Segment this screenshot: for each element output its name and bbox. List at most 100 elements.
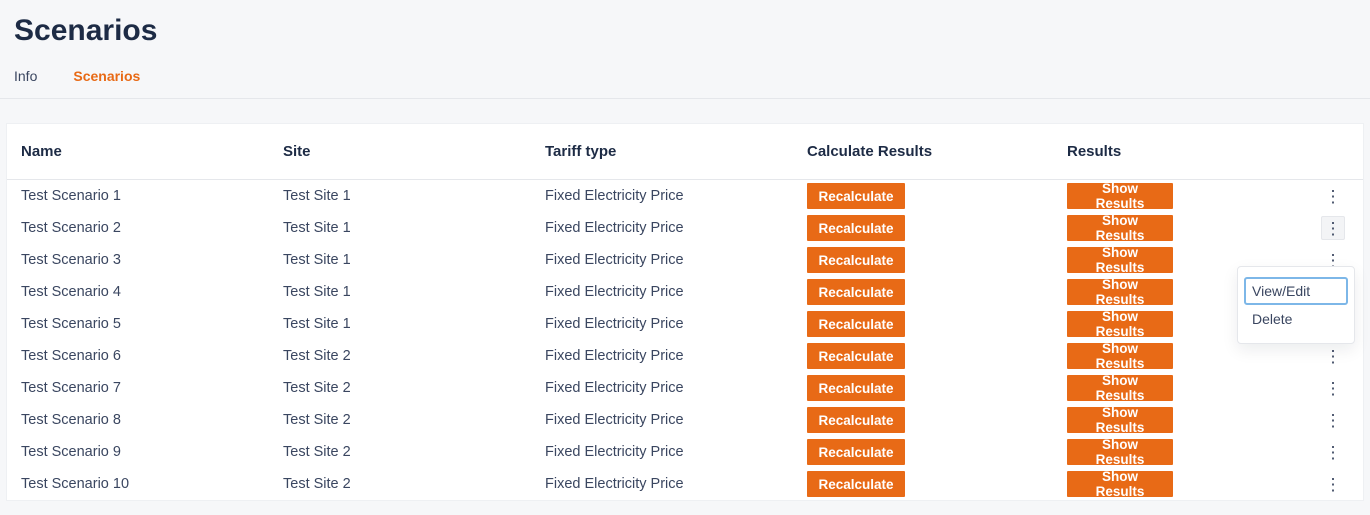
cell-calculate: Recalculate bbox=[807, 183, 1067, 209]
cell-name: Test Scenario 6 bbox=[21, 348, 283, 364]
recalculate-button[interactable]: Recalculate bbox=[807, 279, 905, 305]
vertical-dots-icon: ⋮ bbox=[1325, 348, 1342, 365]
recalculate-button[interactable]: Recalculate bbox=[807, 439, 905, 465]
cell-calculate: Recalculate bbox=[807, 407, 1067, 433]
context-menu-item-delete[interactable]: Delete bbox=[1244, 305, 1348, 333]
cell-actions: ⋮ bbox=[1307, 376, 1349, 400]
row-actions-menu-button[interactable]: ⋮ bbox=[1321, 408, 1345, 432]
show-results-button[interactable]: Show Results bbox=[1067, 247, 1173, 273]
cell-calculate: Recalculate bbox=[807, 343, 1067, 369]
recalculate-button[interactable]: Recalculate bbox=[807, 183, 905, 209]
table-row: Test Scenario 5Test Site 1Fixed Electric… bbox=[7, 308, 1363, 340]
row-actions-menu-button[interactable]: ⋮ bbox=[1321, 216, 1345, 240]
cell-site: Test Site 1 bbox=[283, 188, 545, 204]
cell-results: Show Results bbox=[1067, 375, 1307, 401]
show-results-button[interactable]: Show Results bbox=[1067, 279, 1173, 305]
row-actions-menu-button[interactable]: ⋮ bbox=[1321, 344, 1345, 368]
recalculate-button[interactable]: Recalculate bbox=[807, 247, 905, 273]
cell-calculate: Recalculate bbox=[807, 439, 1067, 465]
cell-name: Test Scenario 10 bbox=[21, 476, 283, 492]
show-results-button[interactable]: Show Results bbox=[1067, 183, 1173, 209]
tab-bar: Info Scenarios bbox=[0, 68, 1370, 99]
recalculate-button[interactable]: Recalculate bbox=[807, 311, 905, 337]
table-row: Test Scenario 3Test Site 1Fixed Electric… bbox=[7, 244, 1363, 276]
show-results-button[interactable]: Show Results bbox=[1067, 343, 1173, 369]
column-header-results: Results bbox=[1067, 143, 1307, 160]
tab-scenarios[interactable]: Scenarios bbox=[73, 68, 140, 90]
cell-actions: ⋮ bbox=[1307, 408, 1349, 432]
cell-tariff: Fixed Electricity Price bbox=[545, 444, 807, 460]
vertical-dots-icon: ⋮ bbox=[1325, 188, 1342, 205]
cell-actions: ⋮ bbox=[1307, 440, 1349, 464]
scenarios-table: Name Site Tariff type Calculate Results … bbox=[6, 123, 1364, 501]
vertical-dots-icon: ⋮ bbox=[1325, 476, 1342, 493]
table-row: Test Scenario 1Test Site 1Fixed Electric… bbox=[7, 180, 1363, 212]
cell-results: Show Results bbox=[1067, 471, 1307, 497]
cell-actions: ⋮ bbox=[1307, 216, 1349, 240]
cell-tariff: Fixed Electricity Price bbox=[545, 380, 807, 396]
show-results-button[interactable]: Show Results bbox=[1067, 311, 1173, 337]
column-header-tariff: Tariff type bbox=[545, 143, 807, 160]
cell-site: Test Site 2 bbox=[283, 444, 545, 460]
cell-site: Test Site 2 bbox=[283, 380, 545, 396]
cell-site: Test Site 1 bbox=[283, 252, 545, 268]
tab-info[interactable]: Info bbox=[14, 68, 37, 90]
table-header-row: Name Site Tariff type Calculate Results … bbox=[7, 124, 1363, 180]
row-actions-menu-button[interactable]: ⋮ bbox=[1321, 440, 1345, 464]
table-row: Test Scenario 9Test Site 2Fixed Electric… bbox=[7, 436, 1363, 468]
vertical-dots-icon: ⋮ bbox=[1325, 412, 1342, 429]
column-header-calculate: Calculate Results bbox=[807, 143, 1067, 160]
context-menu-item-view-edit[interactable]: View/Edit bbox=[1244, 277, 1348, 305]
cell-calculate: Recalculate bbox=[807, 375, 1067, 401]
vertical-dots-icon: ⋮ bbox=[1325, 380, 1342, 397]
show-results-button[interactable]: Show Results bbox=[1067, 215, 1173, 241]
cell-tariff: Fixed Electricity Price bbox=[545, 220, 807, 236]
cell-name: Test Scenario 7 bbox=[21, 380, 283, 396]
cell-tariff: Fixed Electricity Price bbox=[545, 348, 807, 364]
column-header-site: Site bbox=[283, 143, 545, 160]
cell-results: Show Results bbox=[1067, 183, 1307, 209]
cell-actions: ⋮ bbox=[1307, 472, 1349, 496]
cell-calculate: Recalculate bbox=[807, 215, 1067, 241]
cell-name: Test Scenario 8 bbox=[21, 412, 283, 428]
cell-calculate: Recalculate bbox=[807, 471, 1067, 497]
cell-name: Test Scenario 2 bbox=[21, 220, 283, 236]
cell-results: Show Results bbox=[1067, 439, 1307, 465]
cell-name: Test Scenario 9 bbox=[21, 444, 283, 460]
show-results-button[interactable]: Show Results bbox=[1067, 375, 1173, 401]
cell-results: Show Results bbox=[1067, 407, 1307, 433]
cell-name: Test Scenario 4 bbox=[21, 284, 283, 300]
cell-site: Test Site 2 bbox=[283, 412, 545, 428]
cell-tariff: Fixed Electricity Price bbox=[545, 476, 807, 492]
cell-calculate: Recalculate bbox=[807, 247, 1067, 273]
show-results-button[interactable]: Show Results bbox=[1067, 471, 1173, 497]
cell-tariff: Fixed Electricity Price bbox=[545, 412, 807, 428]
cell-results: Show Results bbox=[1067, 215, 1307, 241]
cell-tariff: Fixed Electricity Price bbox=[545, 284, 807, 300]
row-actions-menu-button[interactable]: ⋮ bbox=[1321, 472, 1345, 496]
cell-actions: ⋮ bbox=[1307, 344, 1349, 368]
cell-results: Show Results bbox=[1067, 343, 1307, 369]
row-actions-menu-button[interactable]: ⋮ bbox=[1321, 184, 1345, 208]
vertical-dots-icon: ⋮ bbox=[1325, 220, 1342, 237]
column-header-name: Name bbox=[21, 143, 283, 160]
cell-calculate: Recalculate bbox=[807, 279, 1067, 305]
cell-site: Test Site 2 bbox=[283, 476, 545, 492]
show-results-button[interactable]: Show Results bbox=[1067, 439, 1173, 465]
recalculate-button[interactable]: Recalculate bbox=[807, 343, 905, 369]
table-row: Test Scenario 8Test Site 2Fixed Electric… bbox=[7, 404, 1363, 436]
cell-actions: ⋮ bbox=[1307, 184, 1349, 208]
recalculate-button[interactable]: Recalculate bbox=[807, 471, 905, 497]
table-row: Test Scenario 6Test Site 2Fixed Electric… bbox=[7, 340, 1363, 372]
row-context-menu: View/EditDelete bbox=[1237, 266, 1355, 344]
recalculate-button[interactable]: Recalculate bbox=[807, 215, 905, 241]
table-row: Test Scenario 2Test Site 1Fixed Electric… bbox=[7, 212, 1363, 244]
show-results-button[interactable]: Show Results bbox=[1067, 407, 1173, 433]
page-title: Scenarios bbox=[0, 0, 1370, 68]
cell-tariff: Fixed Electricity Price bbox=[545, 252, 807, 268]
cell-site: Test Site 2 bbox=[283, 348, 545, 364]
cell-tariff: Fixed Electricity Price bbox=[545, 188, 807, 204]
row-actions-menu-button[interactable]: ⋮ bbox=[1321, 376, 1345, 400]
recalculate-button[interactable]: Recalculate bbox=[807, 407, 905, 433]
recalculate-button[interactable]: Recalculate bbox=[807, 375, 905, 401]
